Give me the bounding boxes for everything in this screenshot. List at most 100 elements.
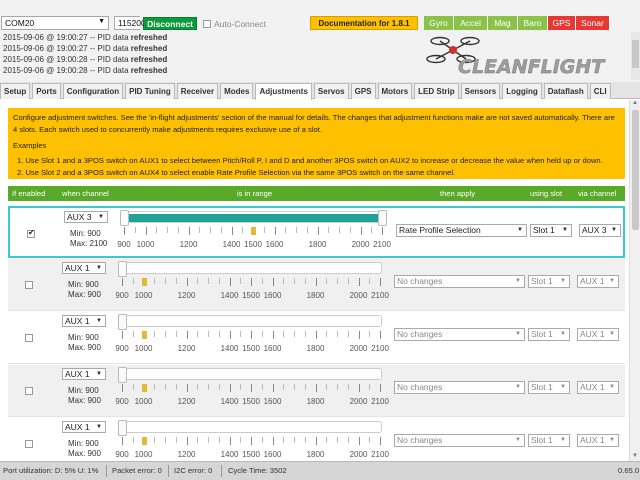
function-select[interactable]: Rate Profile Selection ▼ (396, 224, 527, 237)
tab-receiver[interactable]: Receiver (176, 83, 219, 99)
channel-select[interactable]: AUX 1 ▼ (62, 368, 106, 380)
range-slider[interactable] (118, 314, 382, 330)
range-tick (369, 331, 371, 337)
function-select[interactable]: No changes ▼ (394, 275, 525, 288)
range-scale-label: 1600 (265, 240, 284, 249)
range-tick (272, 278, 274, 286)
range-tick (208, 278, 209, 284)
channel-value-marker (141, 278, 147, 286)
function-select[interactable]: No changes ▼ (394, 381, 525, 394)
baud-select[interactable]: 115200 (114, 16, 146, 30)
function-select[interactable]: No changes ▼ (394, 434, 525, 447)
tab-dataflash[interactable]: Dataflash (543, 83, 588, 99)
slot-select[interactable]: Slot 1 ▼ (528, 434, 570, 447)
log-line: 2015-09-06 @ 19:00:28 -- PID data refres… (3, 65, 420, 76)
channel-select[interactable]: AUX 1 ▼ (62, 421, 106, 433)
range-scale-label: 1000 (134, 344, 153, 353)
checkbox-icon[interactable] (25, 387, 33, 395)
range-tick (251, 278, 252, 286)
range-slider[interactable] (120, 210, 387, 226)
log-scrollbar-thumb[interactable] (632, 40, 639, 68)
range-slider[interactable] (118, 261, 382, 277)
range-min-handle[interactable] (120, 210, 129, 226)
range-tick (197, 278, 199, 284)
tab-led-strip[interactable]: LED Strip (414, 83, 459, 99)
via-channel-select[interactable]: AUX 1 ▼ (577, 328, 619, 341)
range-scale-label: 1600 (263, 344, 282, 353)
adjustment-enable-checkbox[interactable] (25, 387, 33, 397)
range-scale: 900 1000 1200 1400 1500 1600 1800 2000 2100 (115, 450, 389, 460)
log-scrollbar[interactable] (631, 32, 640, 80)
range-tick (251, 384, 252, 392)
range-tick (165, 278, 166, 284)
log-line-status: refreshed (130, 66, 168, 75)
channel-select[interactable]: AUX 3 ▼ (64, 211, 108, 223)
tab-modes[interactable]: Modes (220, 83, 254, 99)
range-slider[interactable] (118, 420, 382, 436)
tab-configuration[interactable]: Configuration (62, 83, 124, 99)
range-max-handle[interactable] (378, 210, 387, 226)
range-max-handle[interactable] (118, 314, 127, 330)
range-tick (156, 227, 158, 233)
range-max-handle[interactable] (118, 367, 127, 383)
adjustment-enable-checkbox[interactable] (25, 440, 33, 450)
auto-connect-toggle[interactable]: Auto-Connect (203, 18, 266, 30)
via-channel-select[interactable]: AUX 1 ▼ (577, 434, 619, 447)
tab-motors[interactable]: Motors (377, 83, 413, 99)
slot-select[interactable]: Slot 1 ▼ (528, 381, 570, 394)
checkbox-icon[interactable] (27, 228, 35, 238)
function-select[interactable]: No changes ▼ (394, 328, 525, 341)
range-tick (122, 384, 123, 392)
chevron-down-icon: ▼ (609, 331, 615, 337)
adjustment-enable-checkbox[interactable] (27, 228, 35, 240)
range-scale-label: 900 (115, 450, 129, 459)
tab-servos[interactable]: Servos (313, 83, 349, 99)
adjustment-enable-checkbox[interactable] (25, 334, 33, 344)
range-scale-label: 1400 (220, 291, 239, 300)
range-scale-label: 1500 (242, 344, 260, 353)
via-channel-select[interactable]: AUX 1 ▼ (577, 381, 619, 394)
range-scale-label: 1400 (222, 240, 241, 249)
slot-select[interactable]: Slot 1 ▼ (528, 328, 570, 341)
checkbox-icon[interactable] (25, 334, 33, 342)
content-scrollbar-thumb[interactable] (632, 110, 639, 230)
tab-logging[interactable]: Logging (502, 83, 542, 99)
tab-pid-tuning[interactable]: PID Tuning (125, 83, 175, 99)
channel-select[interactable]: AUX 1 ▼ (62, 262, 106, 274)
note-example-1: 1. Use Slot 1 and a 3POS switch on AUX1 … (17, 156, 603, 165)
port-select[interactable]: COM20 ▼ (1, 16, 109, 30)
channel-select[interactable]: AUX 1 ▼ (62, 315, 106, 327)
range-scale-label: 900 (115, 397, 129, 406)
range-max-handle[interactable] (118, 420, 127, 436)
tab-setup[interactable]: Setup (0, 83, 31, 99)
checkbox-icon[interactable] (25, 440, 33, 448)
channel-select-value: AUX 1 (65, 316, 90, 326)
range-tick (294, 437, 295, 443)
via-channel-select[interactable]: AUX 1 ▼ (577, 275, 619, 288)
checkbox-icon[interactable] (25, 281, 33, 289)
documentation-button[interactable]: Documentation for 1.8.1 (310, 16, 418, 30)
slot-select[interactable]: Slot 1 ▼ (528, 275, 570, 288)
disconnect-button[interactable]: Disconnect (143, 17, 197, 30)
range-scale: 900 1000 1200 1400 1500 1600 1800 2000 2100 (115, 397, 389, 407)
range-min-label: Min: 900 (68, 333, 99, 342)
via-channel-select[interactable]: AUX 3 ▼ (579, 224, 621, 237)
tab-adjustments[interactable]: Adjustments (255, 83, 312, 100)
range-tick (122, 331, 123, 339)
range-scale-label: 1500 (242, 291, 260, 300)
tab-ports[interactable]: Ports (32, 83, 61, 99)
sensor-gps: GPS (548, 16, 576, 30)
adjustment-enable-checkbox[interactable] (25, 281, 33, 291)
port-utilization: Port utilization: D: 5% U: 1% (3, 466, 99, 475)
slot-select[interactable]: Slot 1 ▼ (530, 224, 572, 237)
auto-connect-checkbox[interactable] (203, 20, 211, 28)
tab-cli[interactable]: CLI (589, 83, 611, 99)
tab-sensors[interactable]: Sensors (460, 83, 501, 99)
content-scrollbar[interactable]: ▲ ▼ (629, 100, 640, 461)
scroll-down-icon[interactable]: ▼ (630, 453, 640, 461)
scroll-up-icon[interactable]: ▲ (630, 100, 640, 108)
range-slider[interactable] (118, 367, 382, 383)
tab-gps[interactable]: GPS (350, 83, 376, 99)
range-max-handle[interactable] (118, 261, 127, 277)
range-scale-label: 1800 (306, 397, 325, 406)
